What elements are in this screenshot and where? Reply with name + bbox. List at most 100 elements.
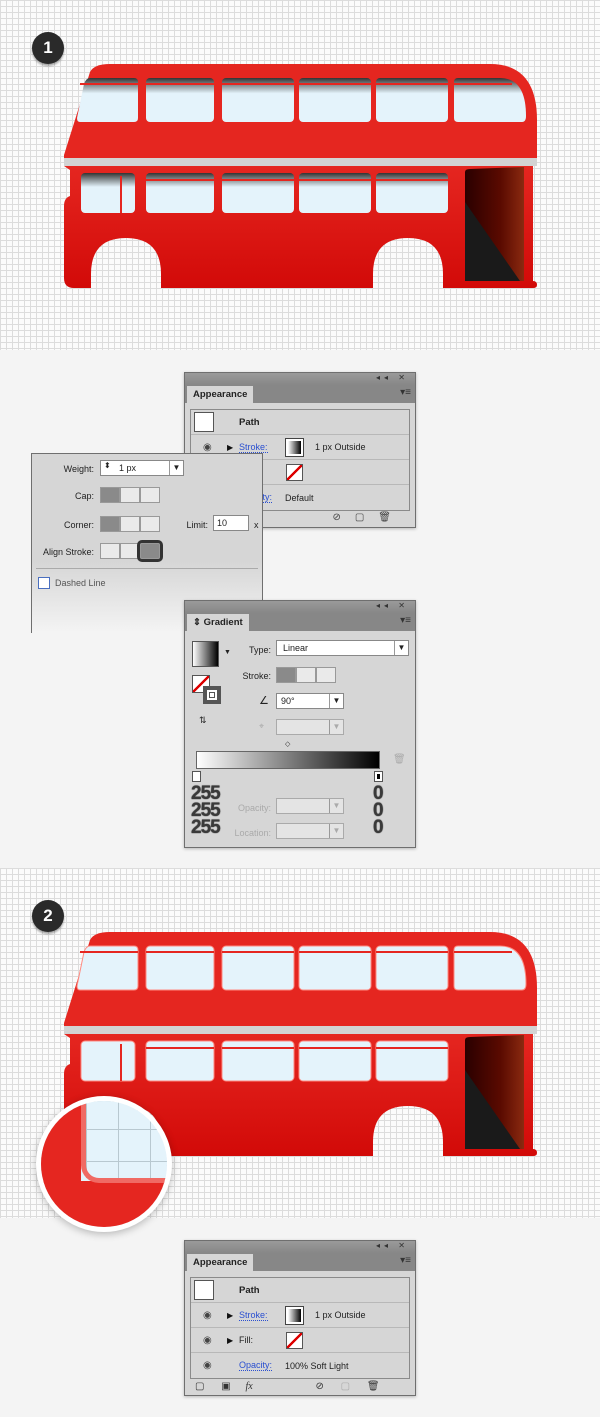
stroke-along-button[interactable] xyxy=(296,667,316,683)
opacity-label: Opacity: xyxy=(237,803,271,813)
gradient-preset-arrow[interactable]: ▼ xyxy=(224,649,231,656)
expand-triangle-icon[interactable]: ▶ xyxy=(227,1311,233,1320)
type-label: Type: xyxy=(248,645,271,655)
right-stop-rgb: 000 xyxy=(373,783,384,838)
opacity-value: Default xyxy=(285,492,314,503)
round-cap-button[interactable] xyxy=(120,487,140,503)
eye-icon[interactable]: ◉ xyxy=(203,1335,212,1346)
cap-label: Cap: xyxy=(74,491,94,501)
appearance-footer-icons[interactable]: ⊘▢🗑 xyxy=(332,512,405,523)
duplicate-item-icon[interactable]: ▢ xyxy=(341,1381,350,1392)
stroke-link[interactable]: Stroke: xyxy=(239,1310,268,1321)
corner-buttons xyxy=(100,516,160,534)
opacity-field: ▼ xyxy=(276,798,344,814)
panel-controls[interactable]: ◂◂ ✕ xyxy=(376,373,409,382)
stroke-link[interactable]: Stroke: xyxy=(239,442,268,453)
add-fill-icon[interactable]: ▣ xyxy=(221,1381,230,1392)
location-label: Location: xyxy=(234,828,271,838)
dashed-line-checkbox[interactable] xyxy=(38,577,50,589)
fill-stroke-swatches[interactable] xyxy=(192,675,222,705)
limit-label: Limit: xyxy=(186,520,208,530)
gradient-stop-white[interactable] xyxy=(192,771,201,782)
expand-triangle-icon[interactable]: ▶ xyxy=(227,443,233,452)
limit-field[interactable]: 10 xyxy=(213,515,249,531)
gradient-stroke-buttons xyxy=(276,667,336,685)
projecting-cap-button[interactable] xyxy=(140,487,160,503)
stroke-across-button[interactable] xyxy=(316,667,336,683)
bus-illustration-step-1 xyxy=(64,64,537,288)
opacity-link[interactable]: Opacity: xyxy=(239,1360,273,1371)
stroke-value: 1 px Outside xyxy=(315,1310,366,1320)
eye-icon[interactable]: ◉ xyxy=(203,1360,212,1371)
limit-unit: x xyxy=(254,520,259,530)
eye-icon[interactable]: ◉ xyxy=(203,442,212,453)
appearance-opacity-row[interactable]: ◉ Opacity: 100% Soft Light xyxy=(191,1353,409,1378)
panel-controls[interactable]: ◂◂ ✕ xyxy=(376,601,409,610)
opacity-value: 100% Soft Light xyxy=(285,1360,349,1371)
appearance-path-row[interactable]: Path xyxy=(191,410,409,435)
align-buttons xyxy=(100,540,163,562)
path-thumbnail xyxy=(194,412,214,432)
panel-menu-icon[interactable]: ▾≡ xyxy=(400,387,411,398)
midpoint-diamond[interactable]: ◇ xyxy=(285,740,290,748)
appearance-panel-final: ◂◂ ✕ Appearance ▾≡ Path ◉ ▶ Stroke: 1 px O… xyxy=(184,1240,416,1396)
delete-item-icon[interactable]: 🗑 xyxy=(367,1381,380,1392)
butt-cap-button[interactable] xyxy=(100,487,120,503)
appearance-fill-row[interactable]: ◉ ▶ Fill: xyxy=(191,1328,409,1353)
eye-icon[interactable]: ◉ xyxy=(203,1310,212,1321)
fill-none-swatch[interactable] xyxy=(286,463,303,481)
appearance-stroke-row[interactable]: ◉ ▶ Stroke: 1 px Outside xyxy=(191,1303,409,1328)
bevel-join-button[interactable] xyxy=(140,516,160,532)
align-outside-button[interactable] xyxy=(137,540,163,562)
tab-gradient[interactable]: ⇕ Gradient xyxy=(187,614,249,631)
stroke-value: 1 px Outside xyxy=(315,442,366,452)
weight-field[interactable]: ⬍ 1 px ▼ xyxy=(100,460,184,476)
align-inside-button[interactable] xyxy=(120,543,140,559)
path-label: Path xyxy=(239,1284,260,1296)
fill-none-swatch[interactable] xyxy=(286,1331,303,1349)
gradient-slider-bar[interactable] xyxy=(196,751,380,769)
bus-mid-stripe xyxy=(64,1026,537,1034)
round-join-button[interactable] xyxy=(120,516,140,532)
delete-stop-icon[interactable]: 🗑 xyxy=(393,754,406,765)
align-stroke-label: Align Stroke: xyxy=(42,547,94,557)
reverse-gradient-icon[interactable]: ⇅ xyxy=(199,715,207,726)
panel-menu-icon[interactable]: ▾≡ xyxy=(400,615,411,626)
gradient-stroke-label: Stroke: xyxy=(242,671,271,681)
miter-join-button[interactable] xyxy=(100,516,120,532)
corner-label: Corner: xyxy=(63,520,94,530)
panel-menu-icon[interactable]: ▾≡ xyxy=(400,1255,411,1266)
path-thumbnail xyxy=(194,1280,214,1300)
aspect-ratio-field: ▼ xyxy=(276,719,344,735)
magnifier-loupe xyxy=(36,1096,172,1232)
tab-appearance[interactable]: Appearance xyxy=(187,1254,254,1271)
angle-field[interactable]: 90° ▼ xyxy=(276,693,344,709)
stroke-within-button[interactable] xyxy=(276,667,296,683)
gradient-preview-swatch[interactable] xyxy=(192,641,219,667)
bus-mid-stripe xyxy=(64,158,537,166)
tab-appearance[interactable]: Appearance xyxy=(187,386,254,403)
gradient-panel: ◂◂ ✕ ⇕ Gradient ▾≡ ▼ ⇅ Type: Linear ▼ Stro… xyxy=(184,600,416,848)
panel-controls[interactable]: ◂◂ ✕ xyxy=(376,1241,409,1250)
cap-buttons xyxy=(100,487,160,505)
fill-label[interactable]: Fill: xyxy=(239,1335,253,1345)
expand-triangle-icon[interactable]: ▶ xyxy=(227,1336,233,1345)
appearance-footer: ▢ ▣ fx ⊘ ▢ 🗑 xyxy=(195,1381,380,1392)
location-field: ▼ xyxy=(276,823,344,839)
align-center-button[interactable] xyxy=(100,543,120,559)
stroke-gradient-swatch[interactable] xyxy=(285,1305,304,1325)
clear-appearance-icon[interactable]: ⊘ xyxy=(315,1381,323,1392)
path-label: Path xyxy=(239,416,260,428)
weight-label: Weight: xyxy=(63,464,94,474)
left-stop-rgb: 255 255 255 xyxy=(191,783,221,838)
type-dropdown[interactable]: Linear ▼ xyxy=(276,640,409,656)
fx-button[interactable]: fx xyxy=(245,1381,252,1392)
stroke-gradient-swatch[interactable] xyxy=(285,437,304,457)
gradient-stop-black[interactable] xyxy=(374,771,383,782)
dashed-line-label: Dashed Line xyxy=(55,578,106,588)
appearance-path-row[interactable]: Path xyxy=(191,1278,409,1303)
add-stroke-icon[interactable]: ▢ xyxy=(195,1381,204,1392)
aspect-ratio-icon: ⌖ xyxy=(259,721,265,731)
angle-icon: ∠ xyxy=(259,695,269,707)
weight-dropdown-arrow[interactable]: ▼ xyxy=(169,461,183,475)
